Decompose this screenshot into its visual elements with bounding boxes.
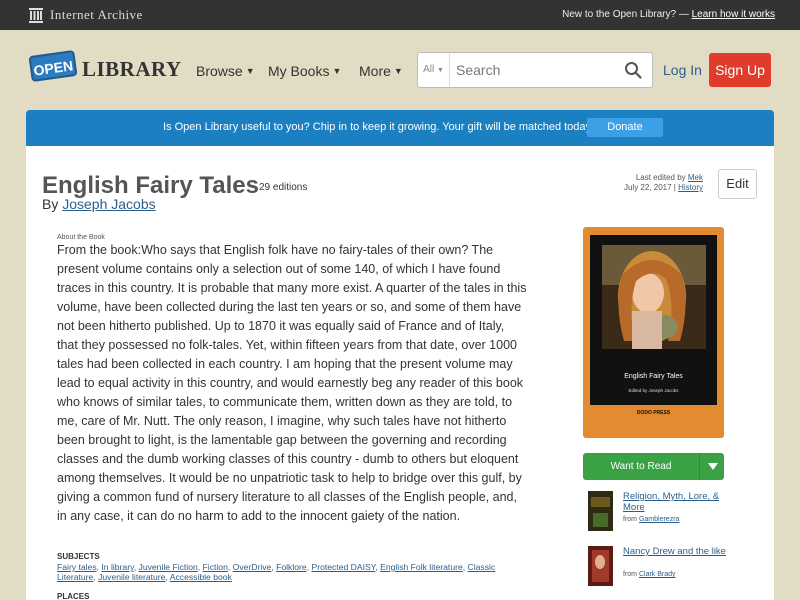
history-link[interactable]: History [678, 183, 703, 192]
subject-link[interactable]: Folklore [276, 562, 307, 572]
book-cover[interactable]: English Fairy Tales Edited by Joseph Jac… [583, 227, 724, 438]
search-category-select[interactable]: All ▼ [418, 53, 450, 87]
editions-count[interactable]: 29 editions [259, 182, 307, 193]
cover-title: English Fairy Tales [624, 373, 683, 380]
internet-archive-bar: Internet Archive New to the Open Library… [0, 0, 800, 30]
list-thumbnail [588, 491, 613, 531]
cover-publisher: DODO PRESS [636, 410, 671, 416]
subject-link[interactable]: Fiction [203, 562, 228, 572]
nav-more-label: More [359, 63, 391, 79]
chevron-down-icon: ▼ [332, 66, 342, 76]
list-item[interactable]: Nancy Drew and the like from Clark Brady [588, 546, 738, 590]
want-to-read-dropdown[interactable] [699, 453, 724, 480]
about-book-label: About the Book [57, 234, 105, 241]
logo-open-sign: OPEN [28, 49, 78, 83]
list-title-link[interactable]: Nancy Drew and the like [623, 546, 728, 557]
nav-browse-label: Browse [196, 63, 243, 79]
list-from-prefix: from [623, 516, 637, 523]
cover-illustration [602, 245, 706, 349]
subjects-list: Fairy tales, In library, Juvenile Fictio… [57, 562, 496, 582]
caret-down-icon [708, 463, 718, 470]
list-from-prefix: from [623, 571, 637, 578]
subject-link[interactable]: Accessible book [170, 572, 232, 582]
ia-tagline: New to the Open Library? — Learn how it … [562, 9, 775, 20]
archive-building-icon [29, 8, 43, 23]
list-item[interactable]: Religion, Myth, Lore, & More from Gamble… [588, 491, 738, 535]
internet-archive-text: Internet Archive [50, 7, 143, 22]
chevron-down-icon: ▼ [436, 67, 444, 74]
last-edited-prefix: Last edited by [635, 173, 686, 182]
subject-link[interactable]: In library [101, 562, 133, 572]
cover-subtitle: Edited by Joseph Jacobs [628, 388, 679, 393]
donate-button[interactable]: Donate [587, 118, 663, 137]
open-library-logo[interactable]: OPEN LIBRARY [28, 49, 181, 91]
list-title-link[interactable]: Religion, Myth, Lore, & More [623, 491, 728, 513]
byline: By Joseph Jacobs [42, 196, 156, 212]
login-link[interactable]: Log In [663, 62, 702, 78]
learn-how-link[interactable]: Learn how it works [692, 9, 775, 20]
last-edited-date: July 22, 2017 | [623, 183, 676, 192]
subject-link[interactable]: Fairy tales [57, 562, 97, 572]
list-owner: from Gamblerezra [623, 516, 679, 523]
nav-my-books[interactable]: My Books ▼ [268, 63, 341, 79]
book-panel: English Fairy Tales 29 editions By Josep… [26, 146, 774, 600]
places-heading: PLACES [57, 592, 90, 600]
signup-button[interactable]: Sign Up [709, 53, 771, 87]
list-owner: from Clark Brady [623, 571, 676, 578]
nav-more[interactable]: More ▼ [359, 63, 403, 79]
cover-inner: English Fairy Tales Edited by Joseph Jac… [590, 235, 717, 405]
subjects-heading: SUBJECTS [57, 552, 100, 561]
author-link[interactable]: Joseph Jacobs [62, 196, 155, 212]
donate-banner: Is Open Library useful to you? Chip in t… [26, 110, 774, 146]
logo-library-text: LIBRARY [82, 57, 182, 81]
book-description: From the book:Who says that English folk… [57, 243, 527, 523]
list-owner-link[interactable]: Gamblerezra [639, 516, 679, 523]
subject-link[interactable]: Protected DAISY [311, 562, 375, 572]
subject-link[interactable]: Juvenile literature [98, 572, 165, 582]
nav-browse[interactable]: Browse ▼ [196, 63, 255, 79]
nav-my-books-label: My Books [268, 63, 330, 79]
list-thumbnail [588, 546, 613, 586]
search-input[interactable] [456, 61, 616, 79]
last-edited-user-link[interactable]: Mek [688, 173, 703, 182]
ia-tagline-text: New to the Open Library? — [562, 9, 689, 20]
subject-link[interactable]: English Folk literature [380, 562, 463, 572]
subject-link[interactable]: Juvenile Fiction [139, 562, 198, 572]
list-owner-link[interactable]: Clark Brady [639, 571, 676, 578]
site-header: OPEN LIBRARY Browse ▼ My Books ▼ More ▼ All… [0, 30, 800, 110]
want-to-read-label: Want to Read [610, 461, 672, 472]
byline-prefix: By [42, 196, 59, 212]
last-edited-info: Last edited by Mek July 22, 2017 | Histo… [586, 173, 703, 193]
search-category-label: All [423, 64, 435, 75]
want-to-read-button[interactable]: Want to Read [583, 453, 724, 480]
subject-link[interactable]: OverDrive [233, 562, 272, 572]
chevron-down-icon: ▼ [393, 66, 403, 76]
search-icon[interactable] [624, 61, 642, 79]
internet-archive-logo[interactable]: Internet Archive [28, 6, 143, 24]
donate-banner-text: Is Open Library useful to you? Chip in t… [163, 121, 595, 133]
edit-button[interactable]: Edit [718, 169, 757, 199]
chevron-down-icon: ▼ [245, 66, 255, 76]
search-bar: All ▼ [417, 52, 653, 88]
